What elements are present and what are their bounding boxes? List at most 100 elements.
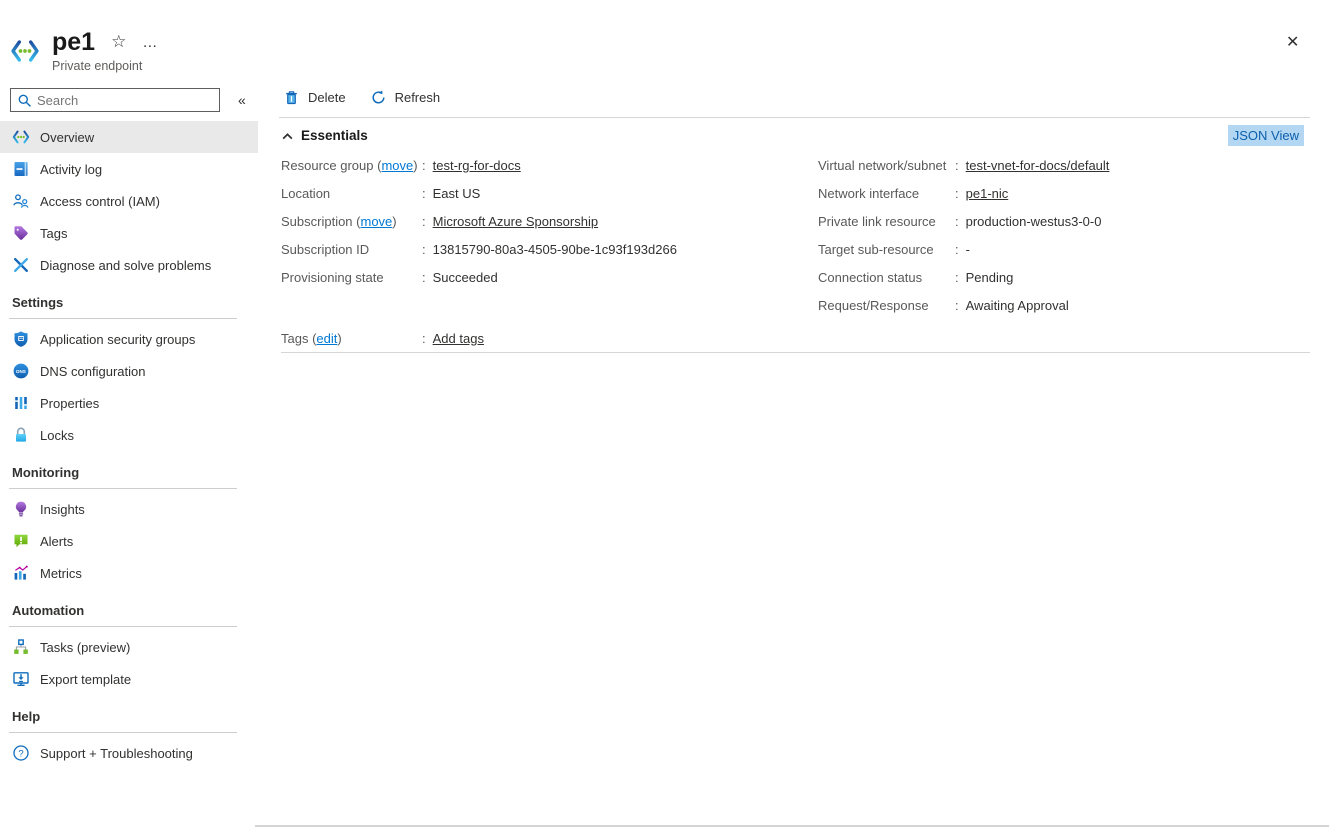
field-value: production-westus3-0-0 — [966, 214, 1102, 229]
sidebar-item-diagnose[interactable]: Diagnose and solve problems — [0, 249, 258, 281]
sidebar-item-label: Tasks (preview) — [40, 640, 130, 655]
sidebar-item-overview[interactable]: Overview — [0, 121, 258, 153]
edit-tags-link[interactable]: edit — [316, 331, 337, 346]
field-label: Network interface — [818, 186, 955, 201]
page-header: pe1 ☆ … Private endpoint — [10, 28, 158, 73]
private-endpoint-resource-icon — [10, 36, 40, 73]
resource-group-link[interactable]: test-rg-for-docs — [433, 158, 521, 173]
separator: : — [955, 214, 959, 229]
field-target-sub-resource: Target sub-resource : - — [818, 235, 1318, 263]
field-value: Awaiting Approval — [966, 298, 1069, 313]
field-value: Succeeded — [433, 270, 498, 285]
trash-icon — [283, 89, 300, 106]
field-label: Provisioning state — [281, 270, 422, 285]
sidebar-item-locks[interactable]: Locks — [0, 419, 258, 451]
sidebar-nav: Overview Activity log Access control (IA… — [0, 121, 258, 769]
section-title-settings: Settings — [0, 281, 258, 318]
sidebar-item-label: Access control (IAM) — [40, 194, 160, 209]
field-virtual-network: Virtual network/subnet : test-vnet-for-d… — [818, 151, 1318, 179]
close-icon[interactable]: ✕ — [1286, 32, 1299, 52]
sidebar-item-activity-log[interactable]: Activity log — [0, 153, 258, 185]
refresh-button-label: Refresh — [395, 90, 441, 105]
page-title: pe1 — [52, 28, 95, 56]
network-interface-link[interactable]: pe1-nic — [966, 186, 1009, 201]
json-view-link[interactable]: JSON View — [1228, 125, 1304, 146]
sidebar-search-row: « — [0, 88, 258, 112]
subscription-link[interactable]: Microsoft Azure Sponsorship — [433, 214, 598, 229]
field-label: Subscription (move) — [281, 214, 422, 229]
move-subscription-link[interactable]: move — [360, 214, 392, 229]
label-text: Resource group ( — [281, 158, 381, 173]
refresh-button[interactable]: Refresh — [370, 89, 441, 106]
access-control-icon — [12, 192, 30, 210]
sidebar-item-export-template[interactable]: Export template — [0, 663, 258, 695]
sidebar-item-dns-configuration[interactable]: DNS DNS configuration — [0, 355, 258, 387]
move-resource-group-link[interactable]: move — [381, 158, 413, 173]
separator: : — [955, 298, 959, 313]
tags-row: Tags (edit) : Add tags — [281, 324, 811, 352]
field-label: Subscription ID — [281, 242, 422, 257]
sidebar-item-support[interactable]: ? Support + Troubleshooting — [0, 737, 258, 769]
search-input[interactable] — [37, 89, 217, 111]
separator: : — [955, 242, 959, 257]
essentials-header: Essentials JSON View — [281, 123, 1310, 147]
search-box — [10, 88, 220, 112]
vnet-subnet-link[interactable]: test-vnet-for-docs/default — [966, 158, 1110, 173]
label-text: ) — [413, 158, 417, 173]
field-request-response: Request/Response : Awaiting Approval — [818, 291, 1318, 319]
section-title-automation: Automation — [0, 589, 258, 626]
sidebar-item-label: Application security groups — [40, 332, 195, 347]
delete-button[interactable]: Delete — [283, 89, 346, 106]
sidebar-item-label: Alerts — [40, 534, 73, 549]
shield-icon — [12, 330, 30, 348]
sidebar-item-tasks[interactable]: Tasks (preview) — [0, 631, 258, 663]
more-options-icon[interactable]: … — [142, 34, 158, 51]
separator: : — [422, 242, 426, 257]
field-value: East US — [433, 186, 481, 201]
dns-icon-label: DNS — [16, 369, 26, 374]
separator: : — [955, 270, 959, 285]
diagnose-tools-icon — [12, 256, 30, 274]
alerts-icon — [12, 532, 30, 550]
metrics-chart-icon — [12, 564, 30, 582]
sidebar-item-properties[interactable]: Properties — [0, 387, 258, 419]
sidebar-item-metrics[interactable]: Metrics — [0, 557, 258, 589]
sidebar-item-label: Diagnose and solve problems — [40, 258, 211, 273]
sidebar-item-label: DNS configuration — [40, 364, 146, 379]
sidebar-item-label: Properties — [40, 396, 99, 411]
field-label: Target sub-resource — [818, 242, 955, 257]
sidebar-item-label: Overview — [40, 130, 94, 145]
insights-bulb-icon — [12, 500, 30, 518]
add-tags-link[interactable]: Add tags — [433, 331, 484, 346]
sidebar-item-insights[interactable]: Insights — [0, 493, 258, 525]
sidebar-item-label: Insights — [40, 502, 85, 517]
title-block: pe1 ☆ … Private endpoint — [52, 28, 158, 73]
section-title-monitoring: Monitoring — [0, 451, 258, 488]
field-label: Location — [281, 186, 422, 201]
sidebar-item-alerts[interactable]: Alerts — [0, 525, 258, 557]
chevron-up-icon[interactable] — [281, 130, 294, 143]
separator: : — [422, 214, 426, 229]
collapse-sidebar-icon[interactable]: « — [238, 92, 246, 108]
field-label: Resource group (move) — [281, 158, 422, 173]
separator: : — [422, 270, 426, 285]
field-label: Connection status — [818, 270, 955, 285]
activity-log-icon — [12, 160, 30, 178]
pane-bottom-divider — [255, 825, 1329, 827]
field-connection-status: Connection status : Pending — [818, 263, 1318, 291]
divider — [9, 732, 237, 733]
separator: : — [955, 186, 959, 201]
field-label: Tags (edit) — [281, 331, 422, 346]
question-glyph: ? — [18, 748, 23, 759]
sidebar-item-application-security-groups[interactable]: Application security groups — [0, 323, 258, 355]
separator: : — [422, 186, 426, 201]
divider — [9, 626, 237, 627]
sidebar-item-label: Activity log — [40, 162, 102, 177]
sidebar-item-access-control[interactable]: Access control (IAM) — [0, 185, 258, 217]
export-template-icon — [12, 670, 30, 688]
essentials-right-column: Virtual network/subnet : test-vnet-for-d… — [818, 151, 1318, 319]
divider — [9, 318, 237, 319]
sidebar-item-tags[interactable]: Tags — [0, 217, 258, 249]
favorite-star-icon[interactable]: ☆ — [111, 32, 126, 52]
section-title-help: Help — [0, 695, 258, 732]
